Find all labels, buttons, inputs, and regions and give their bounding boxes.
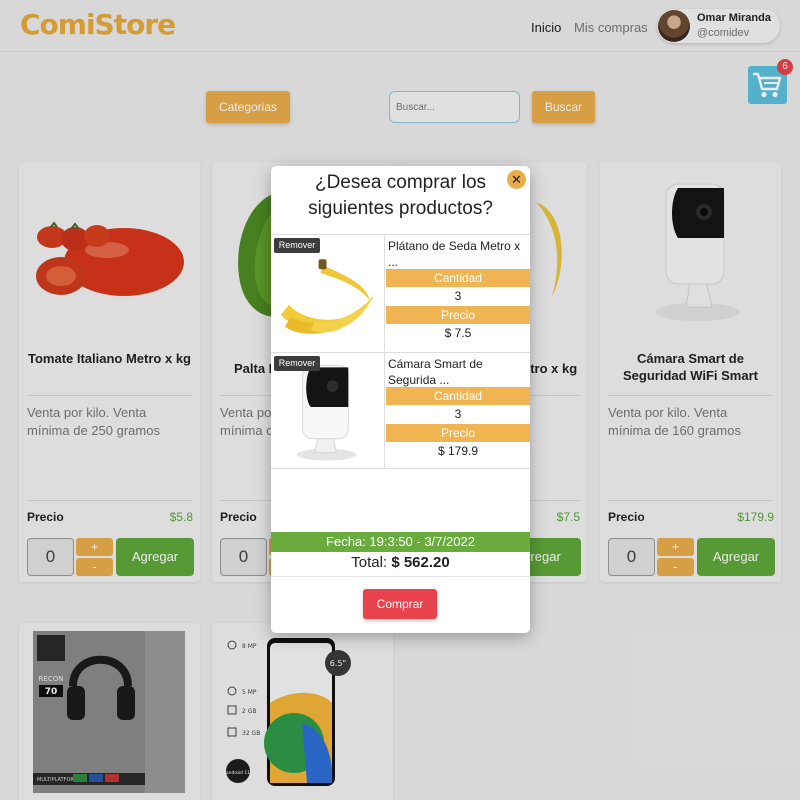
- buy-button[interactable]: Comprar: [363, 589, 437, 619]
- order-total: Total: $ 562.20: [271, 554, 530, 571]
- remove-item-button[interactable]: Remover: [274, 238, 320, 253]
- item-name: Cámara Smart de Segurida ...: [388, 357, 483, 387]
- price-value: $ 7.5: [444, 326, 472, 340]
- item-name: Plátano de Seda Metro x ...: [388, 239, 521, 269]
- quantity-label: Cantidad: [386, 387, 530, 405]
- total-label: Total:: [351, 554, 388, 571]
- quantity-label: Cantidad: [386, 269, 530, 287]
- divider: [271, 576, 530, 577]
- price-label: Precio: [386, 424, 530, 442]
- quantity-value: 3: [454, 407, 462, 421]
- cart-line-item: Remover Cámara Smart de Segurida ... Can…: [271, 352, 530, 469]
- purchase-confirmation-modal: ¿Desea comprar los siguientes productos?…: [271, 166, 530, 633]
- quantity-value: 3: [454, 289, 462, 303]
- close-button[interactable]: ✕: [507, 170, 526, 189]
- price-value: $ 179.9: [437, 444, 479, 458]
- price-label: Precio: [386, 306, 530, 324]
- total-value: $ 562.20: [391, 554, 450, 571]
- purchase-date: Fecha: 19:3:50 - 3/7/2022: [271, 532, 530, 552]
- remove-item-button[interactable]: Remover: [274, 356, 320, 371]
- modal-title: ¿Desea comprar los siguientes productos?: [308, 172, 493, 219]
- close-icon: ✕: [511, 172, 522, 187]
- cart-line-item: Remover Plátano de Seda Metro x ... Cant…: [271, 234, 530, 351]
